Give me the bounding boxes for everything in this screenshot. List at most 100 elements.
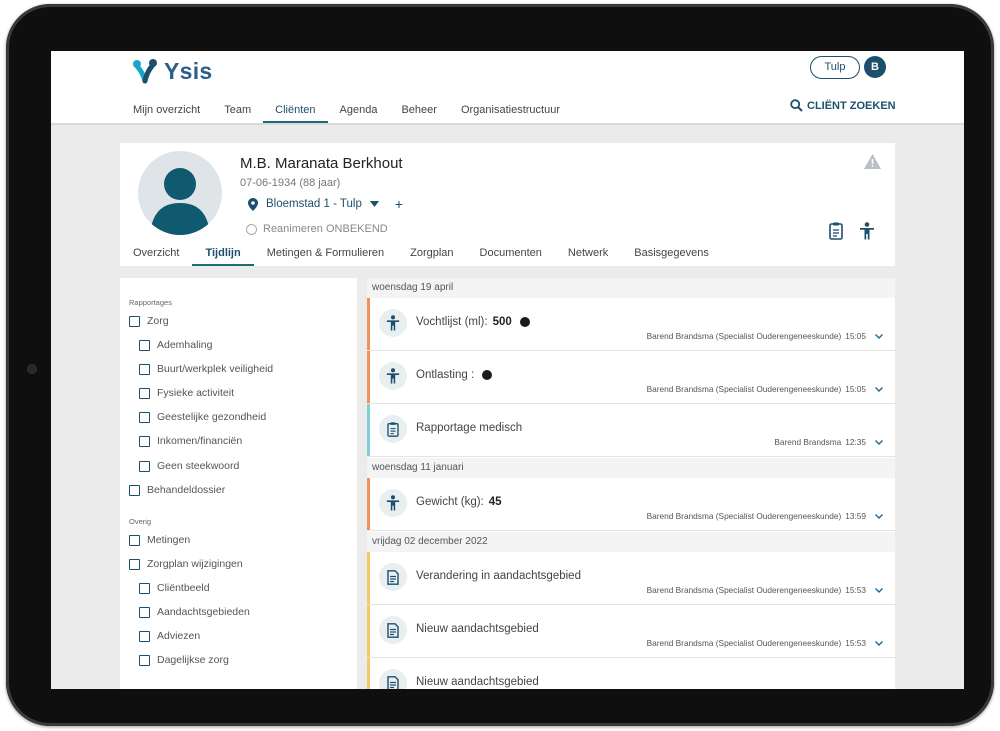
nav-mijn-overzicht[interactable]: Mijn overzicht: [121, 97, 212, 123]
filter-buurt-werkplek-veiligheid[interactable]: Buurt/werkplek veiligheid: [139, 363, 273, 375]
filter-clientbeeld[interactable]: Cliëntbeeld: [139, 582, 210, 594]
nav-team[interactable]: Team: [212, 97, 263, 123]
tab-tijdlijn[interactable]: Tijdlijn: [192, 242, 254, 266]
filter-geen-steekwoord[interactable]: Geen steekwoord: [139, 460, 239, 472]
patient-tabs: Overzicht Tijdlijn Metingen & Formuliere…: [120, 242, 722, 266]
patient-name: M.B. Maranata Berkhout: [240, 155, 403, 172]
chevron-down-icon[interactable]: [875, 333, 883, 339]
person-icon: [379, 309, 407, 337]
entry-label: Ontlasting :: [416, 369, 475, 381]
category-bar: [367, 605, 370, 657]
entry-time: 15:53: [845, 638, 866, 648]
checkbox[interactable]: [139, 460, 150, 472]
filter-zorg[interactable]: Zorg: [129, 315, 169, 327]
checkbox[interactable]: [139, 339, 150, 351]
clipboard-icon: [379, 415, 407, 443]
patient-header-card: M.B. Maranata Berkhout 07-06-1934 (88 ja…: [120, 143, 895, 266]
entry-time: 15:05: [845, 384, 866, 394]
nav-clienten[interactable]: Cliënten: [263, 97, 328, 123]
checkbox[interactable]: [139, 387, 150, 399]
tab-documenten[interactable]: Documenten: [467, 242, 555, 266]
timeline-entry-ontlasting[interactable]: Ontlasting : Barend Brandsma (Specialist…: [367, 351, 895, 404]
filter-label: Dagelijkse zorg: [157, 654, 229, 666]
main-nav: Mijn overzicht Team Cliënten Agenda Behe…: [121, 97, 572, 123]
entry-meta: Barend Brandsma (Specialist Ouderengenee…: [647, 384, 883, 394]
tab-zorgplan[interactable]: Zorgplan: [397, 242, 466, 266]
logo-text: Ysis: [164, 57, 213, 84]
checkbox[interactable]: [129, 315, 140, 327]
checkbox[interactable]: [139, 654, 150, 666]
resuscitation-radio[interactable]: [246, 223, 257, 235]
category-bar: [367, 404, 370, 456]
timeline-entry-verandering-aandachtsgebied[interactable]: Verandering in aandachtsgebied Barend Br…: [367, 552, 895, 605]
entry-title: Gewicht (kg): 45: [416, 496, 502, 508]
timeline-entry-vochtlijst[interactable]: Vochtlijst (ml): 500 Barend Brandsma (Spe…: [367, 298, 895, 351]
document-icon: [379, 563, 407, 591]
checkbox[interactable]: [139, 363, 150, 375]
filter-label: Zorg: [147, 315, 169, 327]
entry-time: 15:53: [845, 585, 866, 595]
timeline-list: woensdag 19 april Vochtlijst (ml): 500 Ba…: [367, 278, 895, 689]
entry-time: 13:59: [845, 511, 866, 521]
checkbox[interactable]: [129, 484, 140, 496]
caret-down-icon[interactable]: [369, 201, 379, 207]
filter-aandachtsgebieden[interactable]: Aandachtsgebieden: [139, 606, 250, 618]
checkbox[interactable]: [139, 435, 150, 447]
checkbox[interactable]: [139, 582, 150, 594]
location-switch-button[interactable]: Tulp: [810, 56, 860, 79]
patient-location-selector[interactable]: Bloemstad 1 - Tulp +: [248, 196, 403, 212]
timeline-entry-nieuw-aandachtsgebied-2[interactable]: Nieuw aandachtsgebied: [367, 658, 895, 689]
ysis-logo-mark-icon: [133, 59, 157, 84]
add-location-icon[interactable]: +: [395, 196, 403, 212]
resuscitation-status[interactable]: Reanimeren ONBEKEND: [246, 223, 388, 235]
tab-metingen-formulieren[interactable]: Metingen & Formulieren: [254, 242, 397, 266]
nav-agenda[interactable]: Agenda: [328, 97, 390, 123]
checkbox[interactable]: [129, 558, 140, 570]
chevron-down-icon[interactable]: [875, 386, 883, 392]
timeline-entry-rapportage-medisch[interactable]: Rapportage medisch Barend Brandsma 12:35: [367, 404, 895, 457]
filter-label: Geestelijke gezondheid: [157, 411, 267, 423]
filter-label: Adviezen: [157, 630, 201, 642]
filter-label: Cliëntbeeld: [157, 582, 210, 594]
timeline-entry-gewicht[interactable]: Gewicht (kg): 45 Barend Brandsma (Special…: [367, 478, 895, 531]
front-camera: [28, 365, 36, 373]
checkbox[interactable]: [139, 606, 150, 618]
clipboard-icon[interactable]: [829, 222, 843, 240]
warning-icon[interactable]: [864, 154, 881, 169]
entry-time: 12:35: [845, 437, 866, 447]
chevron-down-icon[interactable]: [875, 439, 883, 445]
tab-overzicht[interactable]: Overzicht: [120, 242, 192, 266]
entry-value: 500: [492, 316, 512, 328]
timeline-filter-panel: Rapportages Zorg Ademhaling Buurt/werkpl…: [120, 278, 357, 689]
entry-label: Rapportage medisch: [416, 422, 523, 434]
filter-label: Metingen: [147, 534, 191, 546]
tab-netwerk[interactable]: Netwerk: [555, 242, 621, 266]
person-icon: [379, 362, 407, 390]
timeline-entry-nieuw-aandachtsgebied[interactable]: Nieuw aandachtsgebied Barend Brandsma (S…: [367, 605, 895, 658]
filter-metingen[interactable]: Metingen: [129, 534, 190, 546]
filter-zorgplan-wijzigingen[interactable]: Zorgplan wijzigingen: [129, 558, 243, 570]
tab-basisgegevens[interactable]: Basisgegevens: [621, 242, 722, 266]
nav-organisatiestructuur[interactable]: Organisatiestructuur: [449, 97, 572, 123]
checkbox[interactable]: [129, 534, 140, 546]
ysis-logo[interactable]: Ysis: [131, 57, 213, 85]
person-accessibility-icon[interactable]: [859, 222, 875, 240]
filter-inkomen-financien[interactable]: Inkomen/financiën: [139, 435, 242, 447]
client-search-button[interactable]: CLIËNT ZOEKEN: [790, 99, 896, 112]
filter-adviezen[interactable]: Adviezen: [139, 630, 200, 642]
filter-ademhaling[interactable]: Ademhaling: [139, 339, 212, 351]
filter-label: Behandeldossier: [147, 484, 226, 496]
filter-dagelijkse-zorg[interactable]: Dagelijkse zorg: [139, 654, 229, 666]
checkbox[interactable]: [139, 411, 150, 423]
chevron-down-icon[interactable]: [875, 640, 883, 646]
filter-behandeldossier[interactable]: Behandeldossier: [129, 484, 225, 496]
filter-fysieke-activiteit[interactable]: Fysieke activiteit: [139, 387, 234, 399]
chevron-down-icon[interactable]: [875, 513, 883, 519]
filter-geestelijke-gezondheid[interactable]: Geestelijke gezondheid: [139, 411, 266, 423]
user-avatar[interactable]: B: [864, 56, 886, 78]
tablet-frame: Ysis Mijn overzicht Team Cliënten Agenda…: [6, 4, 994, 726]
chevron-down-icon[interactable]: [875, 587, 883, 593]
category-bar: [367, 351, 370, 403]
checkbox[interactable]: [139, 630, 150, 642]
nav-beheer[interactable]: Beheer: [389, 97, 448, 123]
